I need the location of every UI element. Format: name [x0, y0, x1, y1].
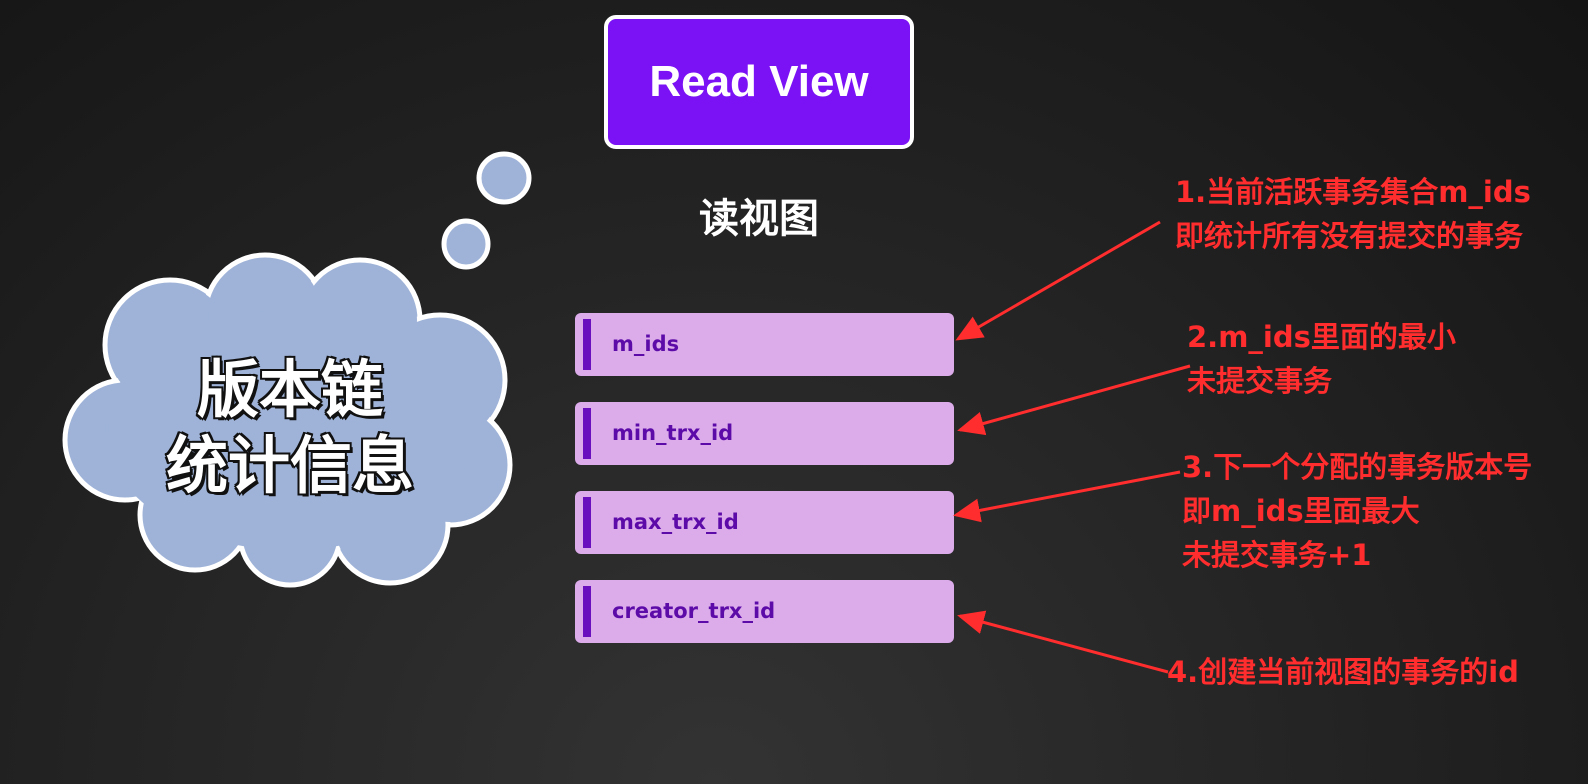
annotation-3: 3.下一个分配的事务版本号 即m_ids里面最大 未提交事务+1 — [1182, 445, 1532, 577]
annotation-2: 2.m_ids里面的最小 未提交事务 — [1187, 315, 1456, 403]
annotation-4: 4.创建当前视图的事务的id — [1167, 650, 1519, 694]
arrow-3 — [953, 470, 1181, 523]
annotation-2-line-1: 2.m_ids里面的最小 — [1187, 320, 1456, 354]
arrow-1 — [955, 220, 1161, 341]
annotation-2-line-2: 未提交事务 — [1187, 364, 1333, 398]
annotation-1-line-2: 即统计所有没有提交的事务 — [1175, 219, 1524, 253]
annotation-3-line-3: 未提交事务+1 — [1182, 538, 1372, 572]
annotation-1: 1.当前活跃事务集合m_ids 即统计所有没有提交的事务 — [1175, 170, 1531, 258]
arrow-2 — [957, 364, 1191, 436]
annotation-4-line-1: 4.创建当前视图的事务的id — [1167, 655, 1519, 689]
annotation-1-line-1: 1.当前活跃事务集合m_ids — [1175, 175, 1531, 209]
annotation-3-line-1: 3.下一个分配的事务版本号 — [1182, 450, 1533, 484]
annotation-3-line-2: 即m_ids里面最大 — [1182, 494, 1420, 528]
arrow-4 — [957, 610, 1169, 674]
